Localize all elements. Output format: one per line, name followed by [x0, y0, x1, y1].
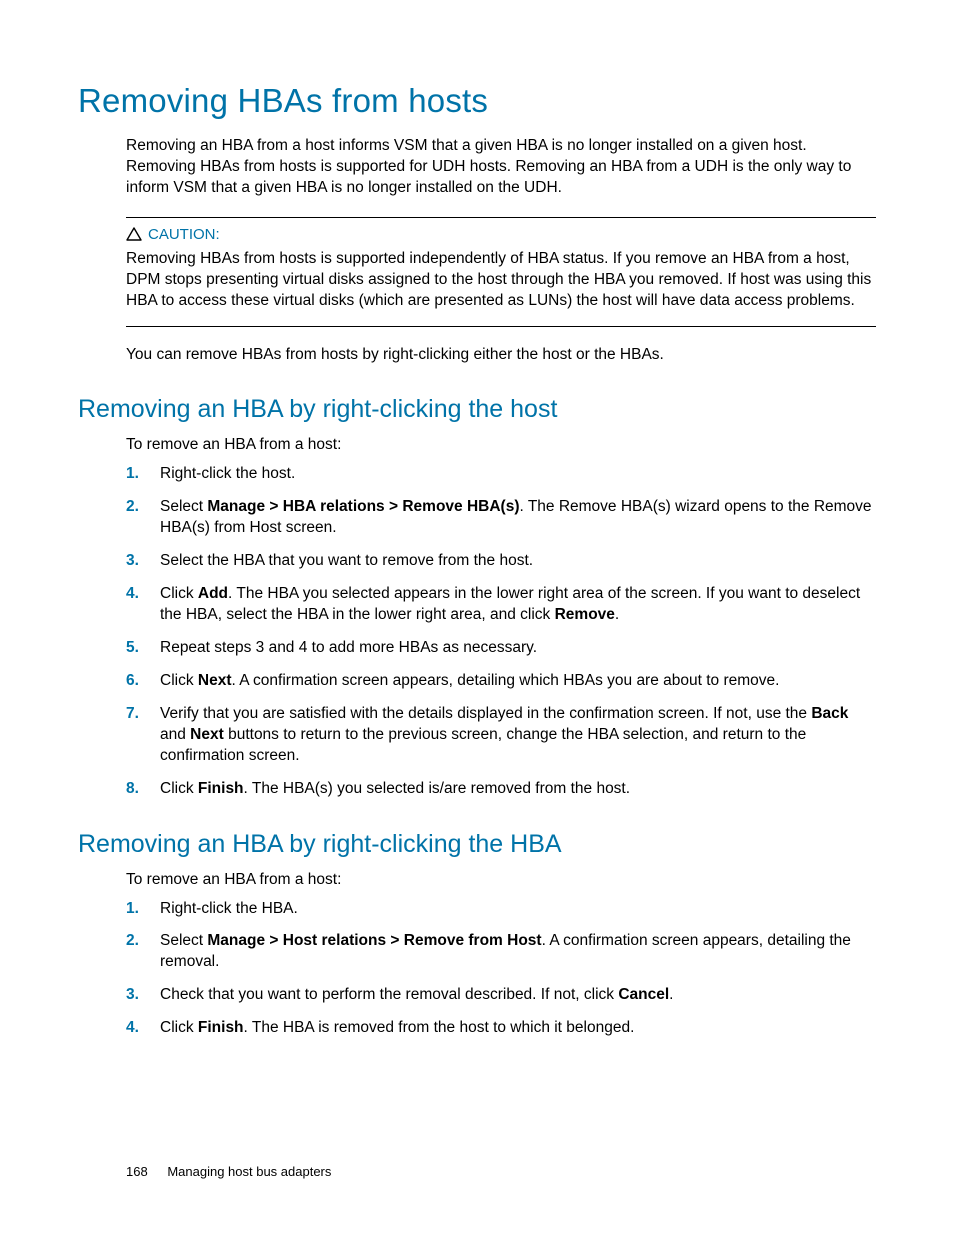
step-bold: Next: [190, 726, 224, 743]
step-text: Click: [160, 1019, 198, 1036]
step-text: Verify that you are satisfied with the d…: [160, 705, 811, 722]
list-item: Select the HBA that you want to remove f…: [126, 551, 876, 572]
step-text: . A confirmation screen appears, detaili…: [232, 672, 780, 689]
list-item: Repeat steps 3 and 4 to add more HBAs as…: [126, 638, 876, 659]
step-text: Select: [160, 932, 207, 949]
section-b-intro: To remove an HBA from a host:: [126, 871, 876, 889]
step-bold: Next: [198, 672, 232, 689]
step-bold: Add: [198, 585, 228, 602]
step-text: Right-click the HBA.: [160, 900, 298, 917]
step-text: Click: [160, 672, 198, 689]
step-bold: Cancel: [618, 986, 669, 1003]
step-bold: Remove: [555, 606, 615, 623]
caution-label: CAUTION:: [148, 226, 220, 243]
step-text: Right-click the host.: [160, 465, 295, 482]
page-footer: 168 Managing host bus adapters: [126, 1164, 331, 1179]
section-heading-host: Removing an HBA by right-clicking the ho…: [78, 395, 876, 424]
step-bold: Finish: [198, 780, 244, 797]
list-item: Verify that you are satisfied with the d…: [126, 704, 876, 767]
step-text: .: [669, 986, 673, 1003]
step-text: . The HBA is removed from the host to wh…: [244, 1019, 635, 1036]
step-text: . The HBA you selected appears in the lo…: [160, 585, 860, 623]
step-text: .: [615, 606, 619, 623]
page-content: Removing HBAs from hosts Removing an HBA…: [0, 0, 954, 1039]
caution-text: Removing HBAs from hosts is supported in…: [126, 249, 876, 312]
chapter-title: Managing host bus adapters: [167, 1164, 331, 1179]
step-text: buttons to return to the previous screen…: [160, 726, 806, 764]
step-bold: Back: [811, 705, 848, 722]
step-text: . The HBA(s) you selected is/are removed…: [244, 780, 631, 797]
list-item: Right-click the host.: [126, 464, 876, 485]
section-a-intro: To remove an HBA from a host:: [126, 436, 876, 454]
steps-list-a: Right-click the host. Select Manage > HB…: [126, 464, 876, 799]
step-text: Click: [160, 585, 198, 602]
step-text: Click: [160, 780, 198, 797]
step-bold: Finish: [198, 1019, 244, 1036]
page-title: Removing HBAs from hosts: [78, 82, 876, 120]
caution-icon: [126, 227, 142, 241]
step-text: Check that you want to perform the remov…: [160, 986, 618, 1003]
list-item: Click Finish. The HBA is removed from th…: [126, 1018, 876, 1039]
step-bold: Manage > HBA relations > Remove HBA(s): [207, 498, 519, 515]
steps-list-b: Right-click the HBA. Select Manage > Hos…: [126, 899, 876, 1040]
step-text: Select: [160, 498, 207, 515]
step-text: Repeat steps 3 and 4 to add more HBAs as…: [160, 639, 537, 656]
list-item: Select Manage > HBA relations > Remove H…: [126, 497, 876, 539]
section-heading-hba: Removing an HBA by right-clicking the HB…: [78, 830, 876, 859]
step-text: Select the HBA that you want to remove f…: [160, 552, 533, 569]
caution-box: CAUTION: Removing HBAs from hosts is sup…: [126, 217, 876, 327]
list-item: Click Finish. The HBA(s) you selected is…: [126, 779, 876, 800]
list-item: Right-click the HBA.: [126, 899, 876, 920]
step-text: and: [160, 726, 190, 743]
list-item: Select Manage > Host relations > Remove …: [126, 931, 876, 973]
caution-header: CAUTION:: [126, 226, 876, 243]
intro-block: Removing an HBA from a host informs VSM …: [126, 136, 876, 199]
post-caution-block: You can remove HBAs from hosts by right-…: [126, 345, 876, 366]
step-bold: Manage > Host relations > Remove from Ho…: [207, 932, 541, 949]
list-item: Click Next. A confirmation screen appear…: [126, 671, 876, 692]
list-item: Check that you want to perform the remov…: [126, 985, 876, 1006]
post-caution-paragraph: You can remove HBAs from hosts by right-…: [126, 345, 876, 366]
intro-paragraph: Removing an HBA from a host informs VSM …: [126, 136, 876, 199]
page-number: 168: [126, 1164, 148, 1179]
list-item: Click Add. The HBA you selected appears …: [126, 584, 876, 626]
